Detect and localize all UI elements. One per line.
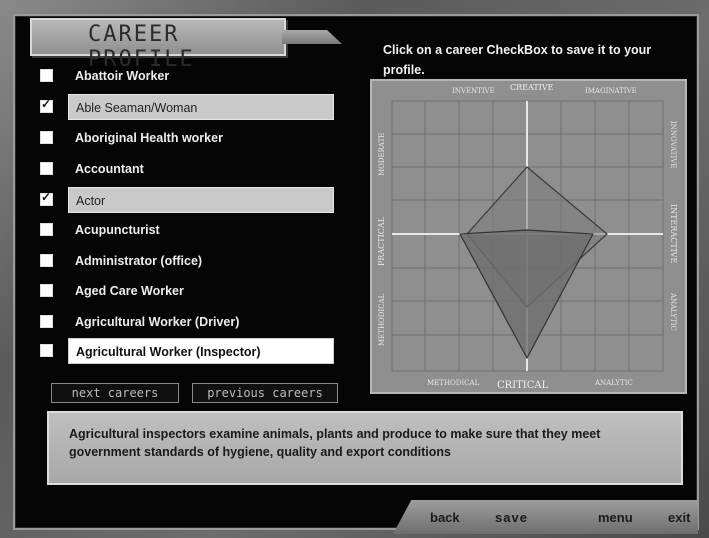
career-checkbox[interactable]	[40, 284, 53, 297]
chart-label-left-middle: PRACTICAL	[377, 216, 386, 266]
career-label[interactable]: Agricultural Worker (Driver)	[68, 309, 334, 335]
career-row: Administrator (office)	[40, 248, 338, 274]
save-button[interactable]: save	[495, 510, 528, 525]
exit-button[interactable]: exit	[668, 510, 690, 525]
career-label[interactable]: Actor	[68, 187, 334, 213]
career-label[interactable]: Agricultural Worker (Inspector)	[68, 338, 334, 364]
chart-label-top-right: IMAGINATIVE	[585, 87, 637, 95]
career-label[interactable]: Administrator (office)	[68, 248, 334, 274]
previous-careers-button[interactable]: previous careers	[192, 383, 338, 403]
career-label[interactable]: Aboriginal Health worker	[68, 125, 334, 151]
chart-label-right-middle: INTERACTIVE	[669, 204, 678, 264]
chart-label-left-top: MODERATE	[378, 133, 386, 176]
career-row: Able Seaman/Woman	[40, 94, 338, 120]
profile-chart-svg: INVENTIVE CREATIVE IMAGINATIVE METHODICA…	[372, 81, 685, 392]
career-checkbox[interactable]	[40, 69, 53, 82]
career-checkbox[interactable]	[40, 254, 53, 267]
career-row: Actor	[40, 187, 338, 213]
career-row: Agricultural Worker (Driver)	[40, 309, 338, 335]
career-checkbox[interactable]	[40, 315, 53, 328]
career-description-box: Agricultural inspectors examine animals,…	[47, 411, 683, 485]
chart-label-right-bottom: ANALYTIC	[669, 292, 677, 331]
chart-label-bottom-right: ANALYTIC	[594, 379, 633, 387]
career-description-text: Agricultural inspectors examine animals,…	[69, 427, 601, 459]
career-profile-chart: INVENTIVE CREATIVE IMAGINATIVE METHODICA…	[370, 79, 687, 394]
career-checkbox[interactable]	[40, 162, 53, 175]
chart-label-top: CREATIVE	[510, 83, 554, 92]
career-checkbox[interactable]	[40, 97, 53, 113]
career-checkbox[interactable]	[40, 344, 53, 357]
career-label[interactable]: Acupuncturist	[68, 217, 334, 243]
career-row: Aboriginal Health worker	[40, 125, 338, 151]
chart-label-top-left: INVENTIVE	[452, 87, 495, 95]
career-row: Acupuncturist	[40, 217, 338, 243]
career-label[interactable]: Able Seaman/Woman	[68, 94, 334, 120]
next-careers-button[interactable]: next careers	[51, 383, 179, 403]
career-label[interactable]: Abattoir Worker	[68, 63, 334, 89]
chart-label-bottom: CRITICAL	[497, 380, 549, 391]
career-label[interactable]: Aged Care Worker	[68, 278, 334, 304]
chart-label-right-top: INNOVATIVE	[669, 121, 677, 168]
menu-button[interactable]: menu	[598, 510, 633, 525]
career-checkbox[interactable]	[40, 223, 53, 236]
back-button[interactable]: back	[430, 510, 460, 525]
career-row: Agricultural Worker (Inspector)	[40, 338, 338, 364]
title-plate: CAREER PROFILE	[30, 18, 286, 72]
chart-label-bottom-left: METHODICAL	[427, 379, 480, 387]
career-row: Accountant	[40, 156, 338, 182]
instructions-text: Click on a career CheckBox to save it to…	[383, 43, 652, 77]
chart-label-left-bottom: METHODICAL	[378, 293, 386, 346]
career-checkbox[interactable]	[40, 190, 53, 206]
career-row: Abattoir Worker	[40, 63, 338, 89]
career-row: Aged Care Worker	[40, 278, 338, 304]
career-label[interactable]: Accountant	[68, 156, 334, 182]
career-checkbox[interactable]	[40, 131, 53, 144]
